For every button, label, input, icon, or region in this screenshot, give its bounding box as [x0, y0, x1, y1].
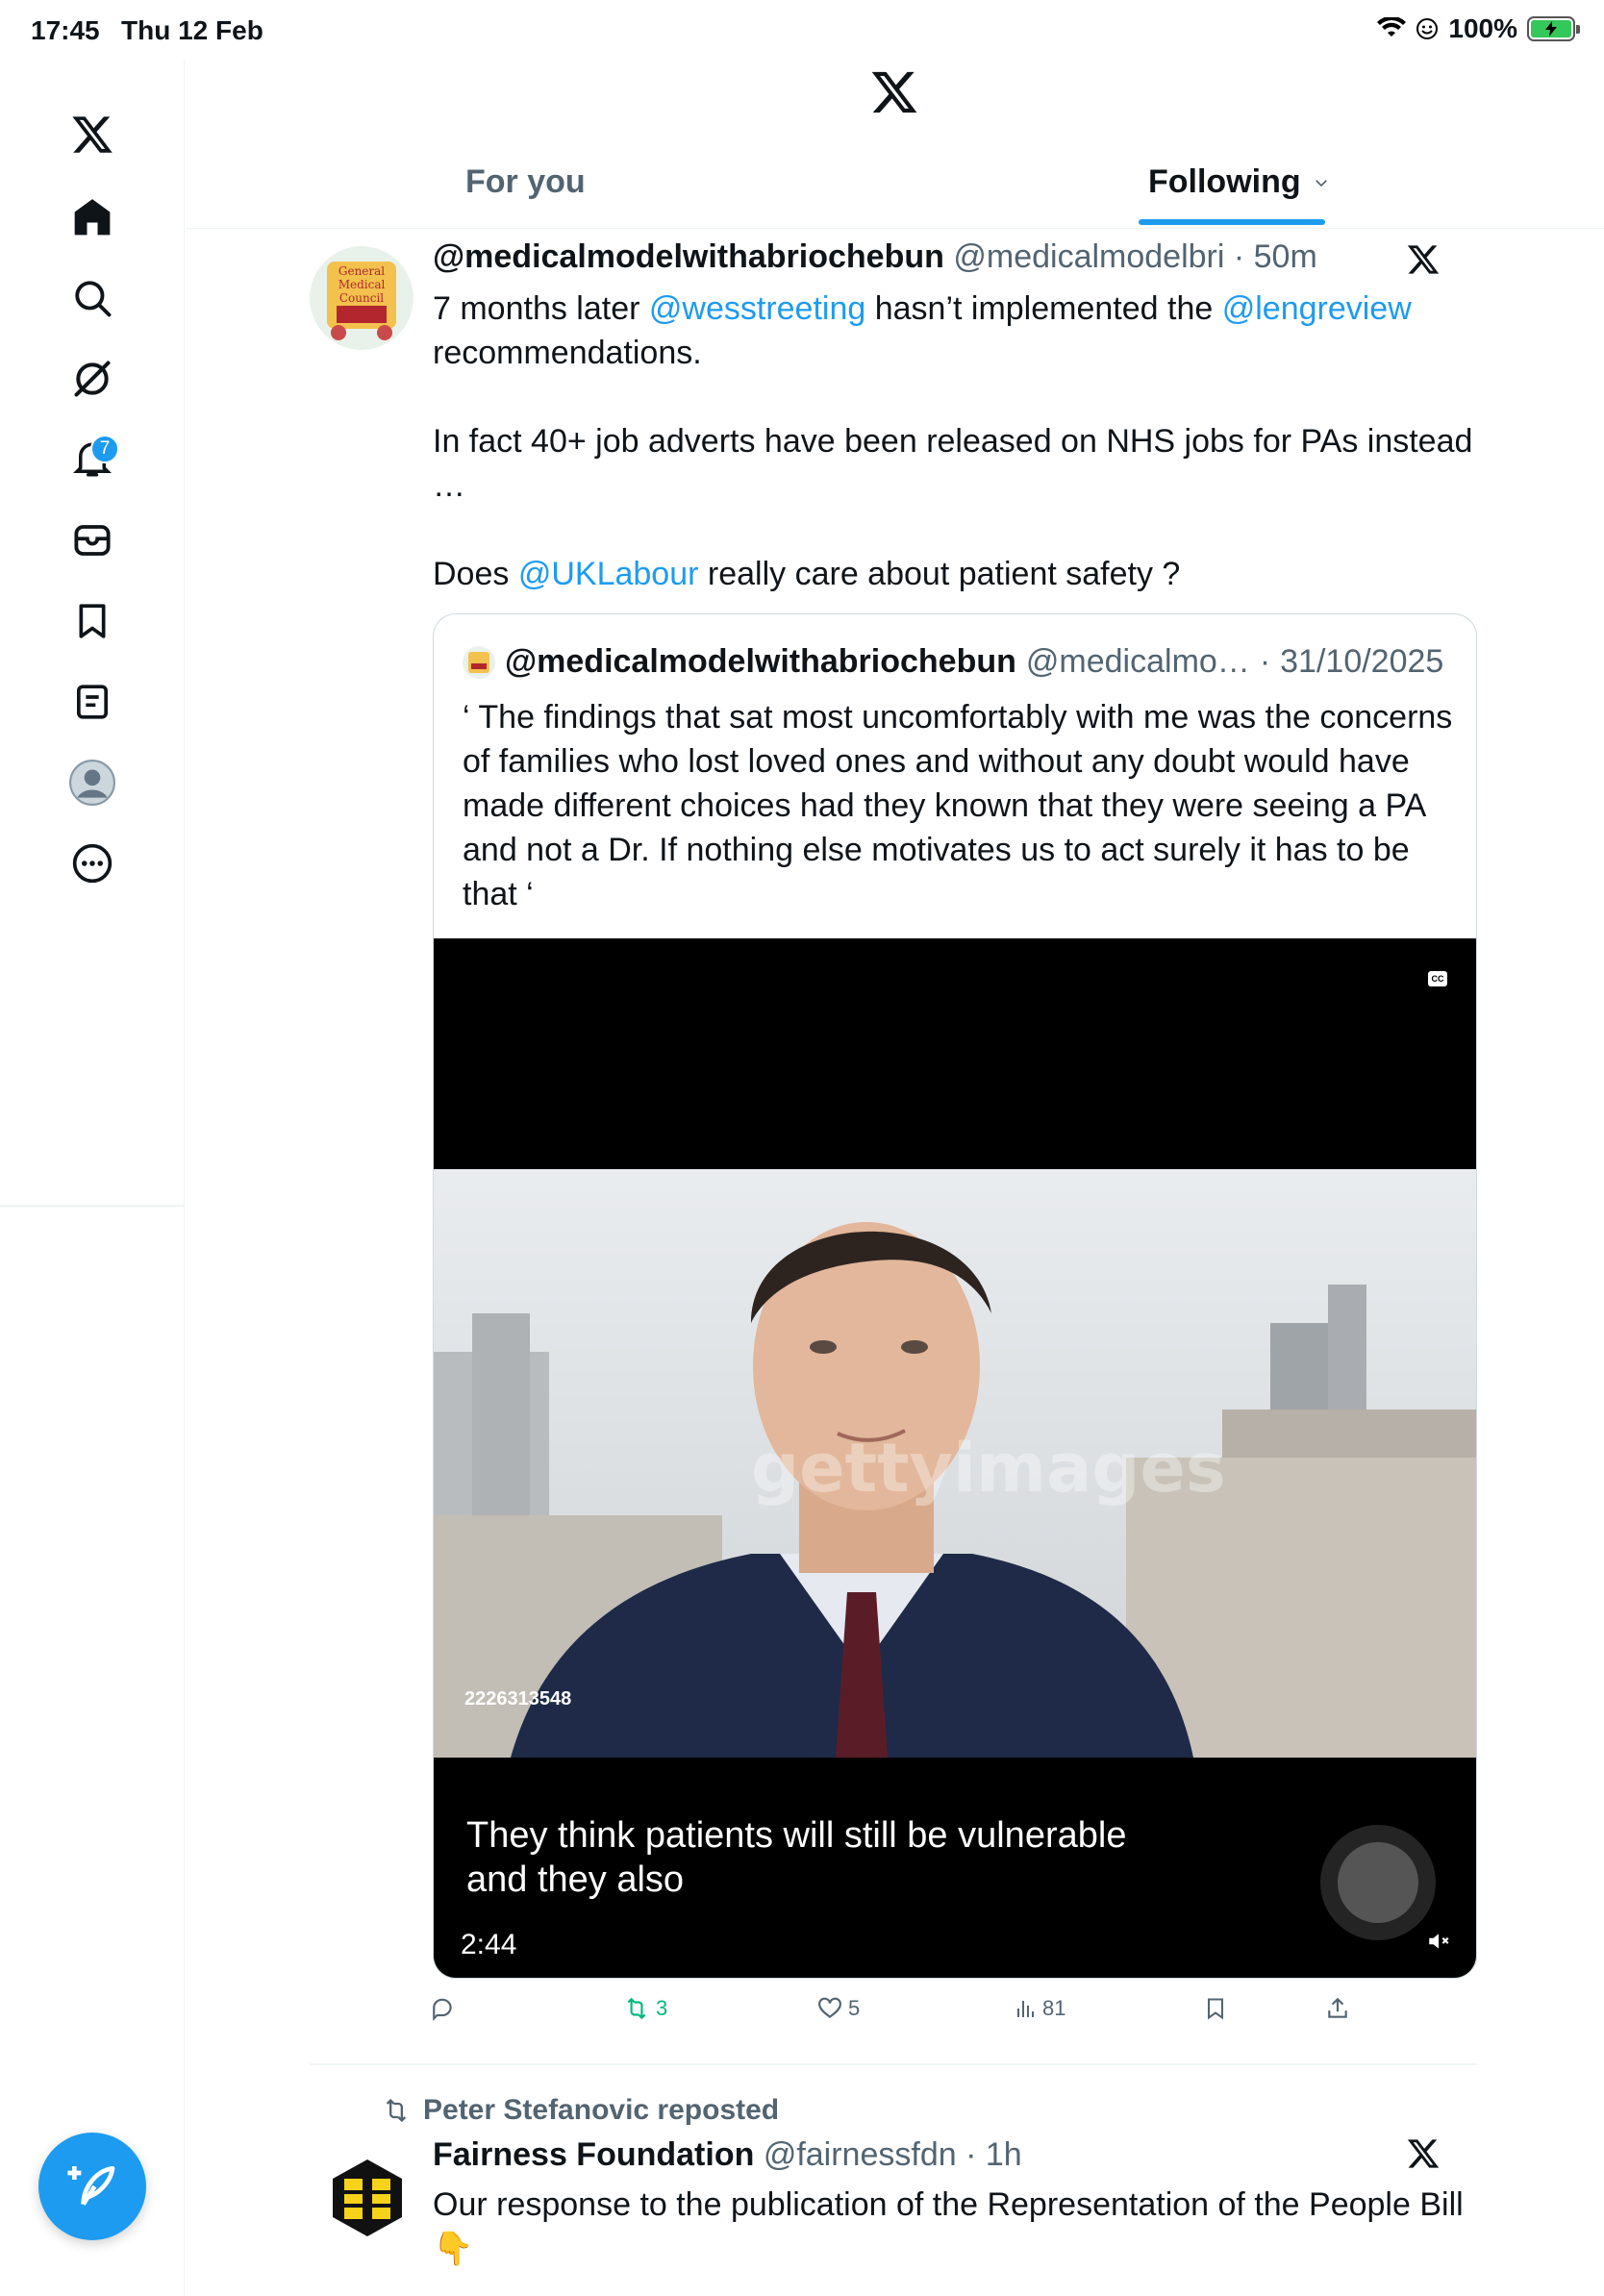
like-button[interactable]: 5	[817, 1996, 860, 2021]
messages-icon[interactable]	[63, 512, 121, 569]
reposted-by: Peter Stefanovic reposted	[423, 2094, 780, 2126]
tweet-text: Our response to the publication of the R…	[433, 2183, 1491, 2271]
mention-link[interactable]: @wesstreeting	[649, 290, 865, 327]
quoted-author-handle: @medicalmo…	[1025, 643, 1250, 680]
tweet-text-segment: really care about patient safety ?	[698, 556, 1181, 592]
tweet-text-segment: recommendations.	[433, 335, 702, 371]
views-icon	[1017, 2001, 1034, 2017]
bookmark-button[interactable]	[1204, 1996, 1227, 2021]
closed-captions-button[interactable]: CC	[1428, 971, 1447, 986]
battery-percent: 100%	[1448, 13, 1517, 43]
svg-text:Medical: Medical	[338, 278, 386, 291]
wifi-icon	[1377, 17, 1407, 37]
author-name[interactable]: Fairness Foundation	[433, 2136, 754, 2173]
repost-context[interactable]: Peter Stefanovic reposted	[381, 2094, 779, 2127]
video-watermark: gettyimages	[751, 1429, 1226, 1508]
quoted-author-avatar	[463, 645, 495, 679]
view-count: 81	[1042, 1996, 1066, 2020]
video-player[interactable]: CC gettyimages 2226313548 They think pat…	[434, 938, 1476, 1978]
quoted-tweet-date: 31/10/2025	[1280, 643, 1444, 680]
status-right: 100%	[1377, 13, 1580, 44]
tweet-header: @medicalmodelwithabriochebun @medicalmod…	[433, 238, 1317, 275]
home-icon[interactable]	[63, 188, 121, 246]
compose-icon	[67, 2166, 115, 2206]
video-frame: gettyimages 2226313548	[434, 1169, 1476, 1758]
quoted-tweet[interactable]: @medicalmodelwithabriochebun @medicalmo……	[433, 613, 1477, 1979]
repost-icon	[627, 1997, 646, 2020]
author-avatar[interactable]	[319, 2150, 415, 2246]
video-duration: 2:44	[461, 1929, 517, 1960]
repost-button[interactable]: 3	[623, 1996, 667, 2021]
notifications-icon[interactable]: 7	[63, 431, 121, 488]
video-caption: They think patients will still be vulner…	[466, 1815, 1127, 1900]
x-logo-icon	[1406, 242, 1441, 282]
status-time: 17:45	[31, 15, 100, 45]
share-icon	[1328, 1997, 1347, 2018]
tab-for-you[interactable]: For you	[465, 163, 586, 201]
notification-badge: 7	[90, 435, 119, 463]
quoted-author-name: @medicalmodelwithabriochebun	[505, 643, 1016, 680]
author-handle[interactable]: @medicalmodelbri	[953, 238, 1224, 275]
author-handle[interactable]: @fairnessfdn	[764, 2136, 957, 2173]
header-x-logo-icon[interactable]	[869, 67, 919, 117]
tweet-text: 7 months later @wesstreeting hasn’t impl…	[433, 287, 1491, 596]
more-icon[interactable]	[63, 835, 121, 892]
battery-icon	[1527, 16, 1580, 41]
reply-icon	[433, 1998, 452, 2021]
image-id: 2226313548	[464, 1688, 572, 1710]
repost-icon	[386, 2098, 407, 2123]
status-bar: 17:45 Thu 12 Feb 100%	[0, 0, 1604, 60]
tweet-text-segment: 7 months later	[433, 290, 649, 327]
quoted-tweet-text: ‘ The findings that sat most uncomfortab…	[463, 699, 1453, 912]
quoted-tweet-header: @medicalmodelwithabriochebun @medicalmo……	[463, 643, 1443, 681]
status-date: Thu 12 Feb	[121, 15, 263, 45]
tweet-time[interactable]: 1h	[986, 2136, 1022, 2173]
reply-button[interactable]	[431, 1996, 462, 2021]
active-tab-indicator	[1139, 219, 1325, 225]
mention-link[interactable]: @UKLabour	[518, 556, 699, 592]
tweet-text-segment: Does	[433, 556, 518, 592]
tweet-text-segment: hasn’t implemented the	[865, 290, 1222, 327]
pointing-down-emoji: 👇	[433, 2231, 474, 2267]
tweet-divider	[310, 2063, 1477, 2065]
tab-following-label: Following	[1148, 163, 1301, 200]
like-count: 5	[848, 1996, 861, 2020]
x-logo-icon	[1406, 2136, 1441, 2176]
tweet-text-segment: Our response to the publication of the R…	[433, 2186, 1464, 2223]
author-name[interactable]: @medicalmodelwithabriochebun	[433, 238, 944, 275]
bookmarks-icon[interactable]	[63, 592, 121, 650]
grok-icon[interactable]	[63, 350, 121, 408]
tweet-header: Fairness Foundation @fairnessfdn · 1h	[433, 2136, 1022, 2173]
timeline-tabs: For you Following	[187, 144, 1604, 229]
svg-text:Council: Council	[339, 291, 384, 305]
tweet-text-paragraph: In fact 40+ job adverts have been releas…	[433, 423, 1473, 504]
profile-icon[interactable]	[63, 754, 121, 811]
tweet-actions: 3 5 81	[433, 1996, 1477, 2044]
views-button[interactable]: 81	[1014, 1996, 1065, 2021]
video-scrub-handle[interactable]	[1338, 1842, 1418, 1923]
sidebar-divider	[0, 1205, 185, 1207]
tab-following[interactable]: Following	[1148, 163, 1330, 201]
tweet-time[interactable]: 50m	[1254, 238, 1317, 275]
lists-icon[interactable]	[63, 673, 121, 731]
bookmark-icon	[1208, 1998, 1223, 2020]
author-avatar[interactable]: General Medical Council	[310, 246, 414, 350]
repost-count: 3	[656, 1996, 668, 2020]
mute-icon[interactable]	[1426, 1929, 1451, 1959]
tab-for-you-label: For you	[465, 163, 586, 200]
mention-link[interactable]: @lengreview	[1222, 290, 1412, 327]
focus-icon	[1416, 18, 1439, 39]
compose-button[interactable]	[38, 2133, 146, 2240]
x-logo-icon[interactable]	[63, 106, 121, 163]
search-icon[interactable]	[63, 269, 121, 327]
share-button[interactable]	[1325, 1996, 1350, 2021]
svg-text:General: General	[338, 264, 385, 278]
heart-icon	[818, 1997, 841, 2018]
sidebar: 7	[0, 60, 185, 2296]
chevron-down-icon[interactable]	[1313, 174, 1330, 191]
